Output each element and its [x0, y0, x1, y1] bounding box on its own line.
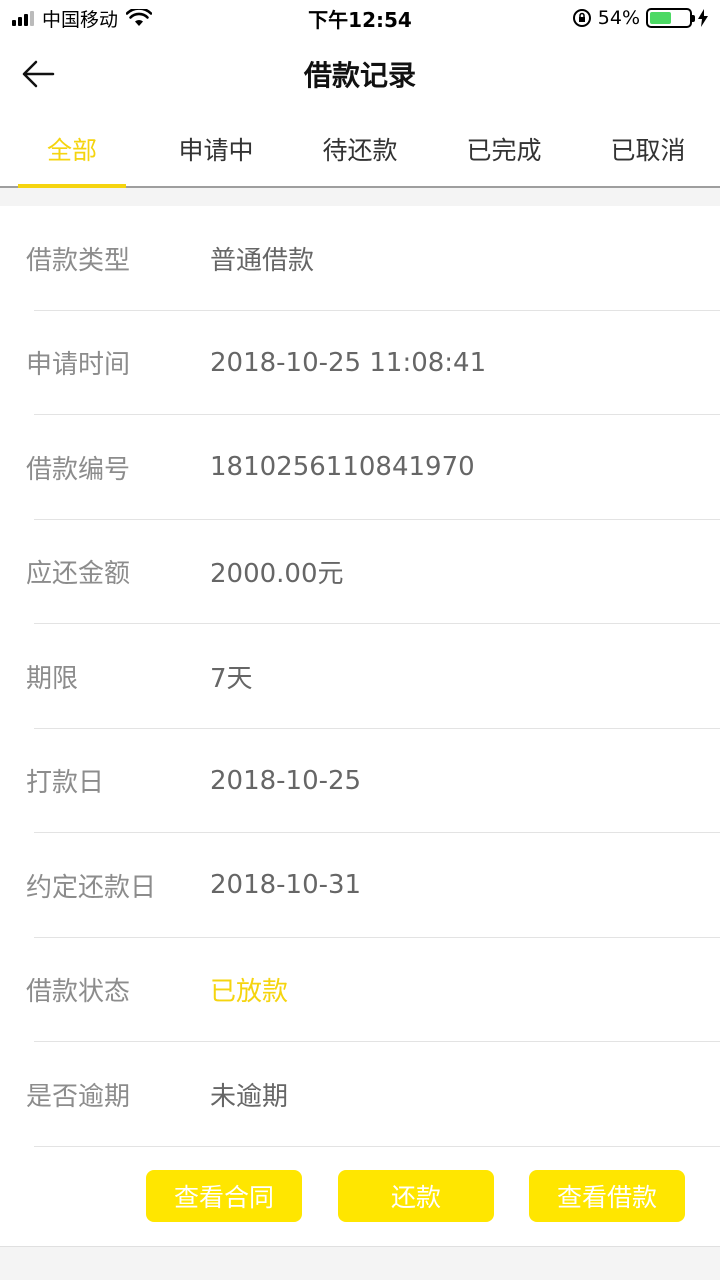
detail-row-overdue: 是否逾期 未逾期 — [0, 1042, 720, 1147]
battery-percent: 54% — [597, 7, 640, 29]
status-bar-left: 中国移动 — [12, 5, 153, 32]
detail-label: 借款类型 — [26, 245, 131, 276]
detail-label: 借款状态 — [26, 977, 131, 1008]
wifi-icon — [126, 9, 153, 26]
tab-bar: 全部 申请中 待还款 已完成 已取消 — [0, 112, 720, 188]
view-contract-button[interactable]: 查看合同 — [146, 1170, 302, 1222]
detail-value: 7天 — [210, 663, 253, 694]
page-title: 借款记录 — [303, 59, 416, 92]
detail-row-loan-number: 借款编号 1810256110841970 — [0, 415, 720, 520]
battery-icon — [646, 8, 695, 28]
detail-row-payout-date: 打款日 2018-10-25 — [0, 729, 720, 834]
tab-pending-repayment[interactable]: 待还款 — [288, 112, 432, 186]
detail-row-apply-time: 申请时间 2018-10-25 11:08:41 — [0, 311, 720, 416]
detail-row-due-date: 约定还款日 2018-10-31 — [0, 833, 720, 938]
detail-value: 2018-10-25 — [210, 765, 362, 796]
detail-value: 2018-10-25 11:08:41 — [210, 347, 487, 378]
section-divider — [0, 188, 720, 206]
charging-icon — [698, 9, 708, 27]
status-badge: 已放款 — [210, 977, 289, 1008]
bottom-divider — [0, 1246, 720, 1280]
tab-all[interactable]: 全部 — [0, 112, 144, 188]
detail-value: 未逾期 — [210, 1081, 289, 1112]
detail-label: 申请时间 — [26, 350, 131, 381]
detail-value: 2000.00元 — [210, 559, 344, 590]
orientation-lock-icon — [572, 9, 591, 27]
detail-value: 1810256110841970 — [210, 452, 475, 483]
view-loan-button[interactable]: 查看借款 — [529, 1170, 685, 1222]
detail-row-loan-type: 借款类型 普通借款 — [0, 206, 720, 311]
loan-detail-list: 借款类型 普通借款 申请时间 2018-10-25 11:08:41 借款编号 … — [0, 206, 720, 1147]
battery-level — [650, 12, 671, 24]
detail-label: 应还金额 — [26, 559, 131, 590]
detail-label: 打款日 — [26, 768, 105, 799]
detail-row-loan-status: 借款状态 已放款 — [0, 938, 720, 1043]
status-bar: 中国移动 下午12:54 54% — [0, 0, 720, 36]
signal-icon — [12, 10, 34, 26]
detail-value: 普通借款 — [210, 245, 315, 276]
repay-button[interactable]: 还款 — [338, 1170, 494, 1222]
nav-bar: 借款记录 — [0, 36, 720, 112]
tab-completed[interactable]: 已完成 — [432, 112, 576, 186]
detail-label: 借款编号 — [26, 454, 131, 485]
back-arrow-icon — [22, 60, 55, 88]
detail-value: 2018-10-31 — [210, 870, 362, 901]
detail-label: 期限 — [26, 663, 79, 694]
detail-label: 是否逾期 — [26, 1081, 131, 1112]
back-button[interactable] — [16, 52, 60, 96]
tab-applying[interactable]: 申请中 — [144, 112, 288, 186]
action-bar: 查看合同 还款 查看借款 — [0, 1150, 720, 1246]
detail-row-term: 期限 7天 — [0, 624, 720, 729]
carrier-label: 中国移动 — [42, 8, 119, 31]
status-bar-right: 54% — [572, 7, 708, 29]
tab-cancelled[interactable]: 已取消 — [576, 112, 720, 186]
detail-row-amount-due: 应还金额 2000.00元 — [0, 520, 720, 625]
detail-label: 约定还款日 — [26, 872, 157, 903]
